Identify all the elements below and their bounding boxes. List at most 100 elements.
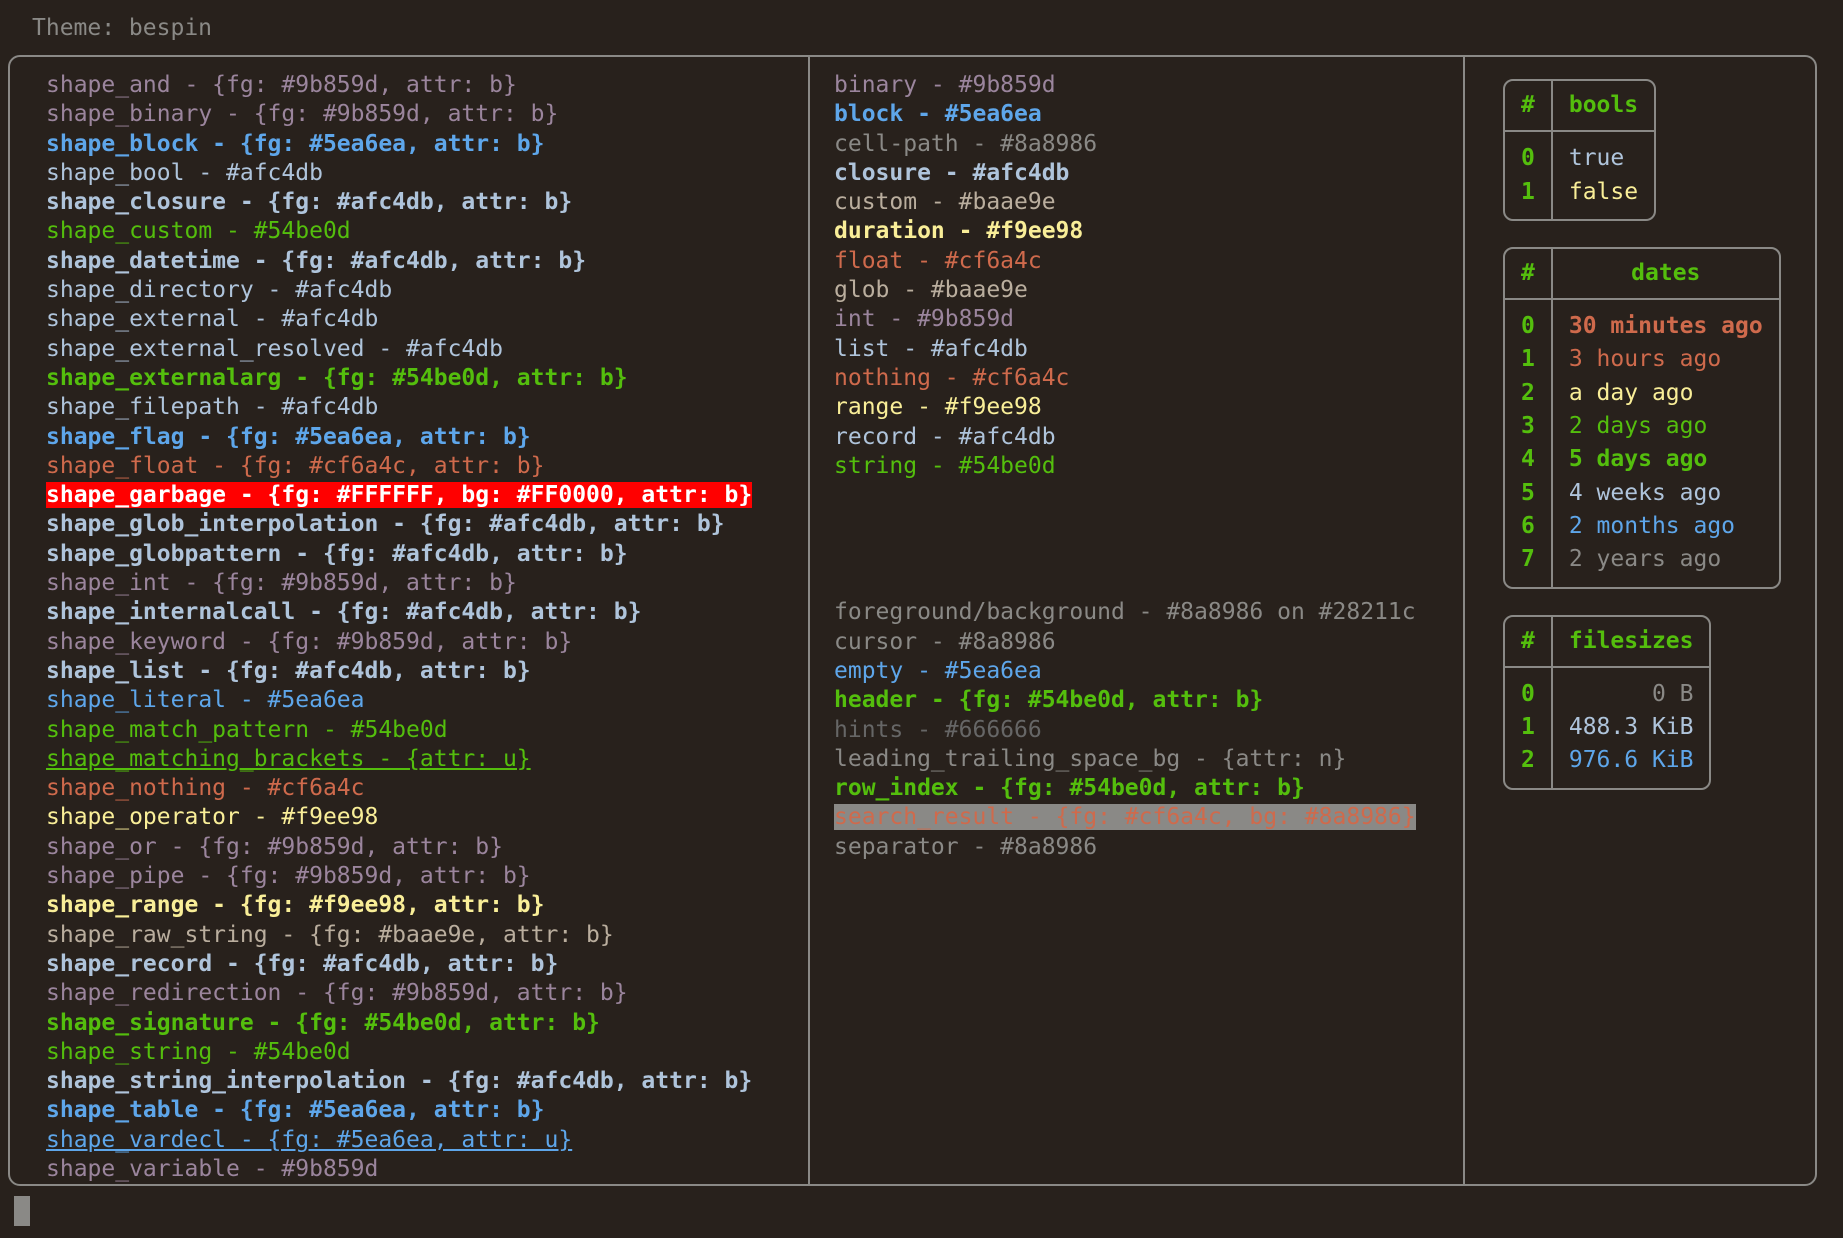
table-row: 0 30 minutes ago	[1505, 300, 1779, 344]
theme-label: Theme: bespin	[32, 15, 213, 41]
row-value: true	[1568, 145, 1625, 172]
column-spacer	[834, 481, 1463, 598]
type-entry: record - #afc4db	[834, 423, 1056, 450]
shapes-column: shape_and - {fg: #9b859d, attr: b} shape_…	[10, 57, 810, 1184]
shape-entry: shape_external_resolved - #afc4db	[46, 335, 503, 362]
table-row: 0 true	[1505, 132, 1654, 176]
table-row: 3 2 days ago	[1505, 410, 1779, 444]
tables-host: # bools 0 true 1 false # dates 0 30 minutes ago 1 3…	[1489, 79, 1815, 790]
ui-elements-list: foreground/background - #8a8986 on #2821…	[834, 598, 1463, 862]
row-index: 0	[1505, 132, 1553, 176]
type-entry: int - #9b859d	[834, 306, 1015, 333]
type-entry: closure - #afc4db	[834, 159, 1070, 186]
type-entry: nothing - #cf6a4c	[834, 364, 1070, 391]
type-entry: list - #afc4db	[834, 335, 1028, 362]
row-value: 0 B	[1651, 680, 1694, 707]
shape-entry: shape_directory - #afc4db	[46, 277, 393, 304]
shape-entry: shape_variable - #9b859d	[46, 1155, 379, 1182]
shape-entry: shape_pipe - {fg: #9b859d, attr: b}	[46, 863, 531, 890]
shape-entry: shape_binary - {fg: #9b859d, attr: b}	[46, 101, 559, 128]
type-entry: custom - #baae9e	[834, 189, 1056, 216]
row-index: 1	[1505, 175, 1553, 219]
table-row: 4 5 days ago	[1505, 443, 1779, 477]
shape-entry: shape_filepath - #afc4db	[46, 394, 379, 421]
table-row: 1 false	[1505, 175, 1654, 219]
shape-entry: shape_table - {fg: #5ea6ea, attr: b}	[46, 1097, 545, 1124]
shape-entry: shape_redirection - {fg: #9b859d, attr: …	[46, 980, 628, 1007]
row-index: 0	[1505, 300, 1553, 344]
shape-entry: shape_record - {fg: #afc4db, attr: b}	[46, 950, 559, 977]
column-header-index: #	[1505, 81, 1553, 133]
shape-entry: shape_matching_brackets - {attr: u}	[46, 745, 531, 772]
shape-entry: shape_list - {fg: #afc4db, attr: b}	[46, 657, 531, 684]
table-row: 1 3 hours ago	[1505, 343, 1779, 377]
sample-table-filesizes: # filesizes 0 0 B 1 488.3 KiB 2 976.6 KiB	[1503, 614, 1712, 790]
type-entry: duration - #f9ee98	[834, 218, 1084, 245]
theme-preview-panel: shape_and - {fg: #9b859d, attr: b} shape_…	[8, 55, 1817, 1186]
shape-entry: shape_externalarg - {fg: #54be0d, attr: …	[46, 364, 628, 391]
shape-entry: shape_internalcall - {fg: #afc4db, attr:…	[46, 599, 642, 626]
shape-entry: shape_nothing - #cf6a4c	[46, 775, 365, 802]
row-value: 5 days ago	[1568, 446, 1708, 473]
row-index: 5	[1505, 476, 1553, 510]
row-index: 4	[1505, 443, 1553, 477]
type-entry: block - #5ea6ea	[834, 101, 1042, 128]
table-row: 6 2 months ago	[1505, 509, 1779, 544]
row-value: 3 hours ago	[1568, 346, 1722, 373]
shape-entry: shape_operator - #f9ee98	[46, 804, 379, 831]
shape-entry: shape_custom - #54be0d	[46, 218, 351, 245]
ui-entry: hints - #666666	[834, 716, 1042, 743]
row-value: 2 days ago	[1568, 413, 1708, 440]
shape-entry: shape_datetime - {fg: #afc4db, attr: b}	[46, 247, 587, 274]
shape-entry: shape_flag - {fg: #5ea6ea, attr: b}	[46, 423, 531, 450]
shape-entry: shape_external - #afc4db	[46, 306, 379, 333]
row-value: false	[1568, 178, 1639, 205]
ui-entry: empty - #5ea6ea	[834, 657, 1042, 684]
ui-entry: leading_trailing_space_bg - {attr: n}	[834, 745, 1347, 772]
row-index: 1	[1505, 711, 1553, 745]
table-header-row: # bools	[1505, 81, 1655, 133]
shape-entry: shape_range - {fg: #f9ee98, attr: b}	[46, 892, 545, 919]
table-row: 2 a day ago	[1505, 376, 1779, 411]
terminal-cursor	[14, 1196, 30, 1226]
type-entry: binary - #9b859d	[834, 72, 1056, 98]
shape-entry: shape_block - {fg: #5ea6ea, attr: b}	[46, 130, 545, 157]
row-value: 4 weeks ago	[1568, 479, 1722, 506]
shape-entry: shape_bool - #afc4db	[46, 159, 323, 186]
shape-entry: shape_closure - {fg: #afc4db, attr: b}	[46, 189, 573, 216]
row-value: 30 minutes ago	[1568, 313, 1763, 340]
shape-entry: shape_match_pattern - #54be0d	[46, 716, 448, 743]
shapes-list: shape_and - {fg: #9b859d, attr: b} shape_…	[46, 71, 808, 1184]
shape-entry: shape_int - {fg: #9b859d, attr: b}	[46, 570, 517, 597]
table-row: 7 2 years ago	[1505, 543, 1779, 587]
column-header-value: filesizes	[1552, 617, 1710, 668]
table-row: 1 488.3 KiB	[1505, 711, 1709, 745]
shape-entry: shape_float - {fg: #cf6a4c, attr: b}	[46, 452, 545, 479]
column-header-value: dates	[1552, 249, 1779, 301]
ui-entry: row_index - {fg: #54be0d, attr: b}	[834, 775, 1305, 802]
sample-table-dates: # dates 0 30 minutes ago 1 3 hours ago 2 a day …	[1503, 246, 1781, 589]
type-entry: cell-path - #8a8986	[834, 130, 1098, 157]
sample-table-bools: # bools 0 true 1 false	[1503, 79, 1657, 221]
shape-entry: shape_string - #54be0d	[46, 1038, 351, 1065]
row-value: 2 years ago	[1568, 546, 1722, 573]
row-index: 2	[1505, 376, 1553, 411]
row-value: 976.6 KiB	[1568, 747, 1694, 774]
row-value: 2 months ago	[1568, 512, 1736, 539]
types-and-ui-column: binary - #9b859d block - #5ea6ea cell-path…	[810, 57, 1465, 1184]
table-header-row: # dates	[1505, 248, 1779, 301]
shape-entry: shape_raw_string - {fg: #baae9e, attr: b…	[46, 921, 614, 948]
column-header-index: #	[1505, 248, 1553, 301]
table-row: 5 4 weeks ago	[1505, 476, 1779, 510]
row-index: 7	[1505, 543, 1553, 587]
type-entry: range - #f9ee98	[834, 394, 1042, 421]
shape-entry: shape_globpattern - {fg: #afc4db, attr: …	[46, 540, 628, 567]
ui-entry: foreground/background - #8a8986 on #2821…	[834, 599, 1416, 626]
shape-entry-highlight: shape_garbage - {fg: #FFFFFF, bg: #FF000…	[46, 482, 753, 509]
table-row: 2 976.6 KiB	[1505, 744, 1709, 788]
table-header-row: # filesizes	[1505, 616, 1710, 668]
ui-entry: header - {fg: #54be0d, attr: b}	[834, 687, 1264, 714]
shape-entry: shape_signature - {fg: #54be0d, attr: b}	[46, 1009, 600, 1036]
row-index: 1	[1505, 343, 1553, 377]
sample-tables-column: # bools 0 true 1 false # dates 0 30 minutes ago 1 3…	[1465, 57, 1815, 1184]
